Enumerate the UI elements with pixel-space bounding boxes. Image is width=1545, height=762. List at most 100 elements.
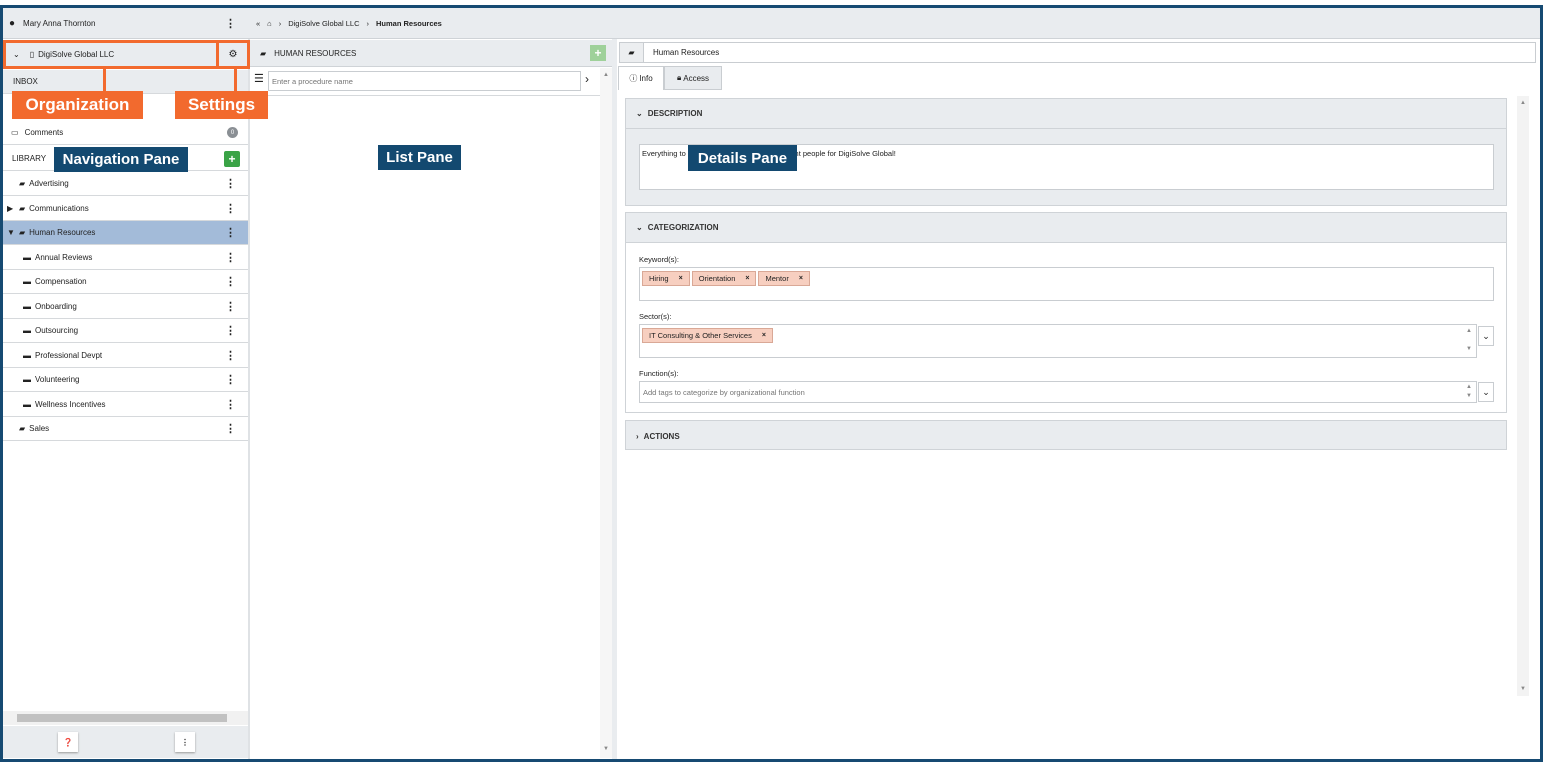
keywords-input[interactable]: Hiring × Orientation × Mentor ×	[639, 267, 1494, 301]
library-item[interactable]: ▼ ▰ Human Resources ⋮	[3, 221, 248, 245]
remove-tag-icon[interactable]: ×	[679, 275, 683, 282]
tag: Hiring ×	[642, 271, 690, 286]
remove-tag-icon[interactable]: ×	[762, 332, 766, 339]
description-header[interactable]: ⌄ DESCRIPTION	[626, 99, 1506, 129]
details-vertical-scrollbar[interactable]: ▲ ▼	[1517, 96, 1529, 696]
actions-section[interactable]: › ACTIONS	[625, 420, 1507, 450]
callout-list-pane: List Pane	[378, 145, 461, 170]
library-item-label: Human Resources	[29, 228, 96, 237]
tab-info[interactable]: ⓘ Info	[618, 66, 664, 90]
list-vertical-scrollbar[interactable]: ▲ ▼	[600, 68, 612, 758]
callout-navigation-pane: Navigation Pane	[54, 147, 188, 172]
user-name: Mary Anna Thornton	[23, 19, 96, 28]
organization-highlight	[3, 40, 250, 69]
library-item[interactable]: ▬ Compensation ⋮	[3, 270, 248, 294]
add-library-button[interactable]: +	[224, 150, 240, 167]
item-kebab-icon[interactable]: ⋮	[225, 422, 236, 435]
info-icon: ⓘ	[629, 74, 638, 83]
folder-icon: ▬	[23, 277, 31, 286]
folder-icon: ▬	[23, 326, 31, 335]
tag-label: Mentor	[765, 274, 789, 283]
library-item-label: Sales	[29, 424, 50, 433]
library-item[interactable]: ▬ Annual Reviews ⋮	[3, 245, 248, 270]
item-kebab-icon[interactable]: ⋮	[225, 177, 236, 190]
folder-icon: ▬	[23, 350, 31, 360]
item-kebab-icon[interactable]: ⋮	[225, 398, 236, 411]
nav-comments[interactable]: ▭ Comments 0	[3, 121, 248, 145]
library-item-label: Compensation	[35, 277, 87, 286]
book-icon: ▰	[19, 203, 26, 213]
book-icon: ▰	[19, 228, 26, 237]
callout-details-pane: Details Pane	[688, 145, 797, 171]
library-item-label: Wellness Incentives	[35, 399, 106, 409]
folder-icon: ▬	[23, 375, 31, 384]
library-item[interactable]: ▬ Wellness Incentives ⋮	[3, 392, 248, 417]
tag: Orientation ×	[691, 271, 757, 286]
more-kebab-icon[interactable]: ⋮	[175, 732, 195, 752]
library-item[interactable]: ▬ Onboarding ⋮	[3, 294, 248, 319]
library-item-label: Communications	[29, 203, 89, 213]
comments-count-badge: 0	[227, 127, 238, 138]
actions-header[interactable]: › ACTIONS	[626, 421, 1506, 451]
pane-divider[interactable]	[248, 39, 250, 759]
item-kebab-icon[interactable]: ⋮	[225, 202, 236, 215]
library-item[interactable]: ▬ Professional Devpt ⋮	[3, 343, 248, 368]
library-item-label: Annual Reviews	[35, 252, 93, 262]
connector	[234, 68, 237, 92]
functions-spin-icon[interactable]: ▲ ▼	[1466, 383, 1472, 401]
item-kebab-icon[interactable]: ⋮	[225, 300, 236, 313]
chevron-right-icon[interactable]: ›	[585, 72, 589, 86]
library-item[interactable]: ▬ Outsourcing ⋮	[3, 319, 248, 343]
library-item-label: Volunteering	[35, 375, 80, 384]
library-item[interactable]: ▬ Volunteering ⋮	[3, 368, 248, 392]
nav-horizontal-scrollbar[interactable]	[3, 711, 248, 725]
library-item-label: Professional Devpt	[35, 350, 103, 360]
item-kebab-icon[interactable]: ⋮	[225, 251, 236, 264]
categorization-header[interactable]: ⌄ CATEGORIZATION	[626, 213, 1506, 243]
functions-dropdown-button[interactable]: ⌄	[1478, 382, 1494, 402]
add-procedure-button[interactable]: +	[590, 45, 606, 61]
tab-access[interactable]: 🔒︎ Access	[664, 66, 722, 90]
home-icon[interactable]: ⌂	[267, 19, 272, 28]
collapse-icon[interactable]: «	[256, 19, 260, 28]
sectors-dropdown-button[interactable]: ⌄	[1478, 326, 1494, 346]
library-item[interactable]: ▶ ▰ Communications ⋮	[3, 196, 248, 221]
sectors-input[interactable]: IT Consulting & Other Services ×	[639, 324, 1477, 358]
item-kebab-icon[interactable]: ⋮	[225, 226, 236, 239]
user-kebab-icon[interactable]: ⋮	[225, 17, 236, 30]
tag-label: Orientation	[698, 274, 736, 283]
item-kebab-icon[interactable]: ⋮	[225, 373, 236, 386]
item-kebab-icon[interactable]: ⋮	[225, 275, 236, 288]
sectors-spin-icon[interactable]: ▲ ▼	[1466, 327, 1472, 354]
remove-tag-icon[interactable]: ×	[745, 275, 749, 282]
connector	[103, 68, 106, 92]
user-menu[interactable]: ● Mary Anna Thornton ⋮	[3, 8, 248, 39]
folder-icon: ▬	[23, 252, 31, 262]
highlight-divider	[216, 40, 219, 69]
callout-organization: Organization	[12, 91, 143, 119]
functions-input[interactable]	[639, 381, 1477, 403]
library-item[interactable]: ▰ Advertising ⋮	[3, 172, 248, 196]
list-icon[interactable]: ☰	[254, 72, 264, 85]
expander-icon[interactable]: ▼	[7, 228, 15, 237]
keywords-label: Keyword(s):	[639, 255, 680, 264]
breadcrumb-current[interactable]: Human Resources	[376, 19, 442, 28]
inbox-icon: ▭	[11, 128, 19, 137]
nav-footer: ❓ ⋮	[3, 726, 248, 758]
help-icon[interactable]: ❓	[58, 732, 78, 752]
tag-label: Hiring	[649, 274, 669, 283]
book-icon: ▰	[19, 179, 26, 188]
details-title-bar: ▰ Human Resources	[619, 42, 1536, 63]
breadcrumb-org[interactable]: DigiSolve Global LLC	[288, 19, 359, 28]
item-kebab-icon[interactable]: ⋮	[225, 324, 236, 337]
sectors-label: Sector(s):	[639, 312, 672, 321]
categorization-section: ⌄ CATEGORIZATION Keyword(s): Hiring × Orien…	[625, 212, 1507, 413]
procedure-search-input[interactable]	[268, 71, 581, 91]
item-kebab-icon[interactable]: ⋮	[225, 349, 236, 362]
library-item-label: Onboarding	[35, 301, 77, 311]
library-item[interactable]: ▰ Sales ⋮	[3, 417, 248, 441]
remove-tag-icon[interactable]: ×	[799, 275, 803, 282]
tag-label: IT Consulting & Other Services	[649, 331, 752, 340]
expander-icon[interactable]: ▶	[7, 204, 15, 213]
callout-settings: Settings	[175, 91, 268, 119]
